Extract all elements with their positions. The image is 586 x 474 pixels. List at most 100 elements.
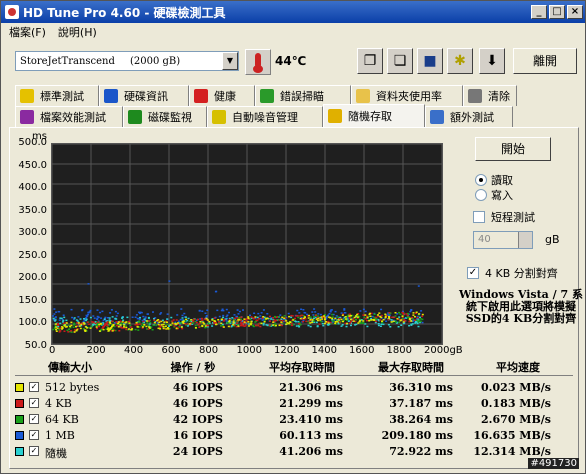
tab-tabs_row1-3[interactable]: 錯誤掃瞄 [255, 85, 351, 106]
ops-value: 24 IOPS [172, 445, 223, 458]
options-button[interactable]: ✱ [447, 48, 473, 74]
y-tick-label: 100.0 [18, 317, 47, 328]
max-access-value: 38.264 ms [389, 413, 453, 426]
trash-icon [468, 89, 482, 103]
main-window: HD Tune Pro 4.60 - 硬碟檢測工具 _ □ × 檔案(F) 說明… [0, 0, 586, 474]
table-divider [15, 375, 573, 376]
y-tick-label: 50.0 [24, 339, 47, 351]
tab-row-2: 檔案效能測試 磁碟監視 自動噪音管理 隨機存取 額外測試 [15, 104, 513, 127]
avg-speed-value: 0.183 MB/s [481, 397, 551, 410]
info-icon [104, 89, 118, 103]
random-icon [328, 109, 342, 123]
avg-speed-value: 2.670 MB/s [481, 413, 551, 426]
col-max-header: 最大存取時間 [378, 361, 444, 374]
menu-help[interactable]: 說明(H) [58, 24, 97, 40]
chart-icon [128, 110, 142, 124]
minimize-button[interactable]: _ [531, 5, 547, 19]
size-label: 隨機 [45, 447, 67, 460]
avg-speed-value: 0.023 MB/s [481, 381, 551, 394]
tab-label: 錯誤掃瞄 [280, 90, 324, 103]
col-speed-header: 平均速度 [496, 361, 540, 374]
series-checkbox[interactable]: ✓ [29, 382, 39, 392]
tab-tabs_row2-1[interactable]: 磁碟監視 [123, 106, 207, 127]
chevron-down-icon[interactable]: ▼ [222, 52, 238, 70]
y-tick-label: 500.0 [18, 137, 47, 148]
maximize-button[interactable]: □ [549, 5, 565, 19]
tab-tabs_row1-1[interactable]: 硬碟資訊 [99, 85, 189, 106]
tab-tabs_row2-0[interactable]: 檔案效能測試 [15, 106, 123, 127]
short-test-unit: gB [545, 233, 560, 246]
y-tick-label: 150.0 [18, 294, 47, 306]
ops-value: 16 IOPS [172, 429, 223, 442]
tab-label: 清除 [488, 90, 510, 103]
copy-info-button[interactable]: ❐ [357, 48, 383, 74]
avg-access-value: 21.299 ms [279, 397, 343, 410]
series-checkbox[interactable]: ✓ [29, 414, 39, 424]
align-label: 4 KB 分割對齊 [485, 267, 558, 280]
grid-icon [430, 110, 444, 124]
tab-label: 隨機存取 [348, 110, 392, 123]
avg-access-value: 23.410 ms [279, 413, 343, 426]
read-radio[interactable] [475, 174, 487, 186]
x-tick-label: 200 [86, 345, 106, 356]
x-tick-label: 800 [199, 345, 219, 356]
y-tick-label: 450.0 [18, 159, 47, 171]
drive-name: StoreJetTranscend [20, 55, 115, 67]
series-checkbox[interactable]: ✓ [29, 430, 39, 440]
y-tick-label: 300.0 [18, 227, 47, 238]
legend-swatch [15, 431, 24, 440]
tab-tabs_row2-2[interactable]: 自動噪音管理 [207, 106, 323, 127]
tab-row-1: 標準測試 硬碟資訊 健康 錯誤掃瞄 資料夾使用率 清除 [15, 85, 517, 106]
close-button[interactable]: × [567, 5, 583, 19]
x-tick-label: 1000 [236, 345, 262, 356]
tab-label: 硬碟資訊 [124, 90, 168, 103]
max-access-value: 209.180 ms [381, 429, 453, 442]
x-tick-label: 400 [124, 345, 144, 356]
alignment-note: Windows Vista / 7 系統下啟用此選項將模擬SSD的4 KB分割對… [459, 288, 583, 325]
x-tick-label: 2000gB [424, 345, 463, 356]
series-checkbox[interactable]: ✓ [29, 446, 39, 456]
tab-tabs_row1-0[interactable]: 標準測試 [15, 85, 99, 106]
col-size-header: 傳輸大小 [48, 361, 92, 374]
series-checkbox[interactable]: ✓ [29, 398, 39, 408]
start-button[interactable]: 開始 [475, 137, 551, 161]
short-test-stepper[interactable]: 40 [473, 231, 533, 249]
legend-swatch [15, 415, 24, 424]
title-bar: HD Tune Pro 4.60 - 硬碟檢測工具 _ □ × [1, 1, 585, 23]
x-tick-label: 1600 [349, 345, 375, 356]
tab-tabs_row1-2[interactable]: 健康 [189, 85, 255, 106]
tab-label: 額外測試 [450, 111, 494, 124]
y-tick-label: 350.0 [18, 204, 47, 216]
max-access-value: 36.310 ms [389, 381, 453, 394]
tab-label: 磁碟監視 [148, 111, 192, 124]
stepper-arrows-icon[interactable] [518, 232, 532, 248]
write-radio[interactable] [475, 189, 487, 201]
menu-file[interactable]: 檔案(F) [9, 24, 46, 40]
y-tick-label: 250.0 [18, 249, 47, 261]
short-test-checkbox[interactable] [473, 211, 485, 223]
copy-screen-button[interactable]: ❏ [387, 48, 413, 74]
col-avg-header: 平均存取時間 [269, 361, 335, 374]
size-label: 512 bytes [45, 381, 100, 394]
drive-select[interactable]: StoreJetTranscend (2000 gB) ▼ [15, 51, 239, 71]
legend-swatch [15, 383, 24, 392]
wrench-icon: ✱ [454, 53, 466, 69]
short-test-value: 40 [478, 234, 491, 245]
menu-bar: 檔案(F) 說明(H) [1, 23, 585, 41]
download-button[interactable]: ⬇ [479, 48, 505, 74]
exit-button[interactable]: 離開 [513, 48, 577, 74]
tab-tabs_row2-4[interactable]: 額外測試 [425, 106, 513, 127]
y-tick-label: 400.0 [18, 182, 47, 193]
size-label: 1 MB [45, 429, 75, 442]
tab-tabs_row1-4[interactable]: 資料夾使用率 [351, 85, 463, 106]
clipboard-icon: ❏ [393, 53, 407, 69]
tab-label: 檔案效能測試 [40, 111, 106, 124]
tab-tabs_row1-5[interactable]: 清除 [463, 85, 517, 106]
align-checkbox[interactable]: ✓ [467, 267, 479, 279]
save-button[interactable]: ■ [417, 48, 443, 74]
plus-icon [194, 89, 208, 103]
size-label: 64 KB [45, 413, 79, 426]
tab-tabs_row2-3[interactable]: 隨機存取 [323, 104, 425, 127]
legend-swatch [15, 447, 24, 456]
avg-access-value: 21.306 ms [279, 381, 343, 394]
